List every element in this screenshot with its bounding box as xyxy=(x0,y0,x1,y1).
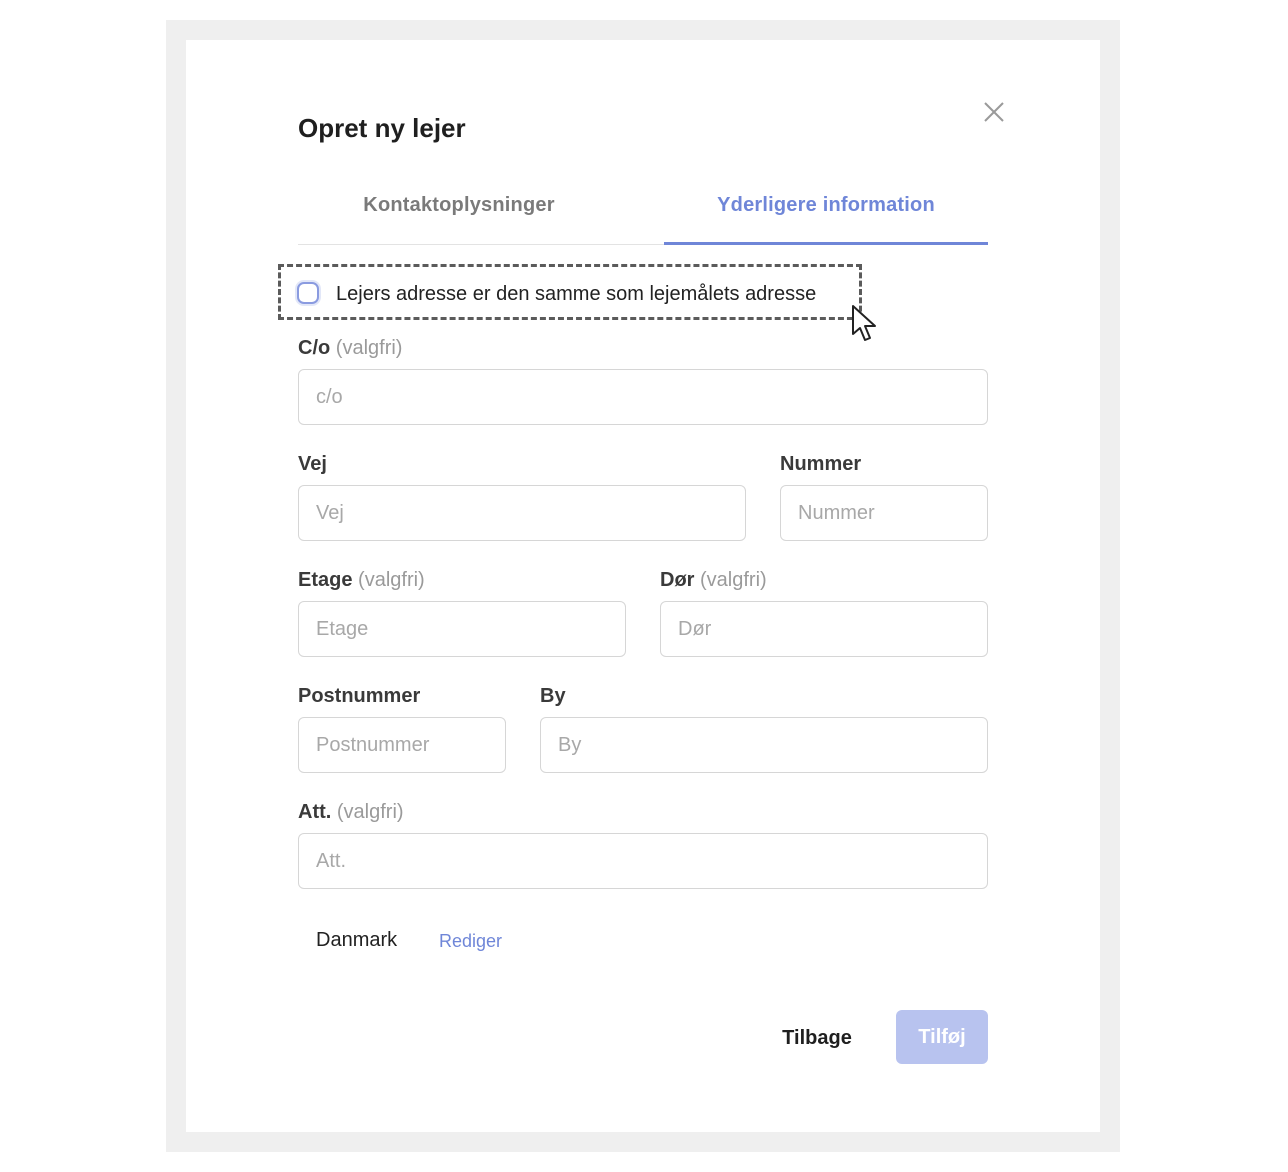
dor-label-text: Dør xyxy=(660,569,695,591)
co-input[interactable] xyxy=(298,369,988,425)
nummer-input[interactable] xyxy=(780,485,988,541)
tab-kontaktoplysninger[interactable]: Kontaktoplysninger xyxy=(298,186,620,244)
etage-label: Etage (valgfri) xyxy=(298,568,425,592)
tab-bar: Kontaktoplysninger Yderligere informatio… xyxy=(298,186,988,245)
nummer-label-text: Nummer xyxy=(780,453,862,475)
close-button[interactable] xyxy=(978,96,1010,128)
vej-input[interactable] xyxy=(298,485,746,541)
etage-optional-hint: (valgfri) xyxy=(358,569,425,591)
add-button[interactable]: Tilføj xyxy=(896,1010,988,1064)
postnummer-label: Postnummer xyxy=(298,684,420,708)
same-address-label[interactable]: Lejers adresse er den samme som lejemåle… xyxy=(336,282,816,306)
att-optional-hint: (valgfri) xyxy=(336,801,404,823)
co-optional-hint: (valgfri) xyxy=(335,337,403,359)
att-input[interactable] xyxy=(298,833,988,889)
modal-title: Opret ny lejer xyxy=(298,113,466,143)
vej-label: Vej xyxy=(298,452,327,476)
postnummer-label-text: Postnummer xyxy=(298,685,421,707)
country-value: Danmark xyxy=(316,929,398,951)
nummer-label: Nummer xyxy=(780,452,861,476)
same-address-checkbox[interactable] xyxy=(297,282,319,304)
co-label-text: C/o xyxy=(298,337,331,359)
by-label: By xyxy=(540,684,566,708)
mouse-pointer-icon xyxy=(852,305,876,341)
dor-optional-hint: (valgfri) xyxy=(700,569,767,591)
att-label-text: Att. xyxy=(298,801,332,823)
postnummer-input[interactable] xyxy=(298,717,506,773)
edit-country-link[interactable]: Rediger xyxy=(439,929,502,953)
att-label: Att. (valgfri) xyxy=(298,800,404,824)
back-button[interactable]: Tilbage xyxy=(770,1012,864,1064)
tab-yderligere-information[interactable]: Yderligere information xyxy=(664,186,988,245)
by-label-text: By xyxy=(540,685,566,707)
etage-label-text: Etage xyxy=(298,569,353,591)
dor-label: Dør (valgfri) xyxy=(660,568,767,592)
close-icon xyxy=(984,102,1004,122)
vej-label-text: Vej xyxy=(298,453,327,475)
etage-input[interactable] xyxy=(298,601,626,657)
dor-input[interactable] xyxy=(660,601,988,657)
by-input[interactable] xyxy=(540,717,988,773)
co-label: C/o (valgfri) xyxy=(298,336,402,360)
